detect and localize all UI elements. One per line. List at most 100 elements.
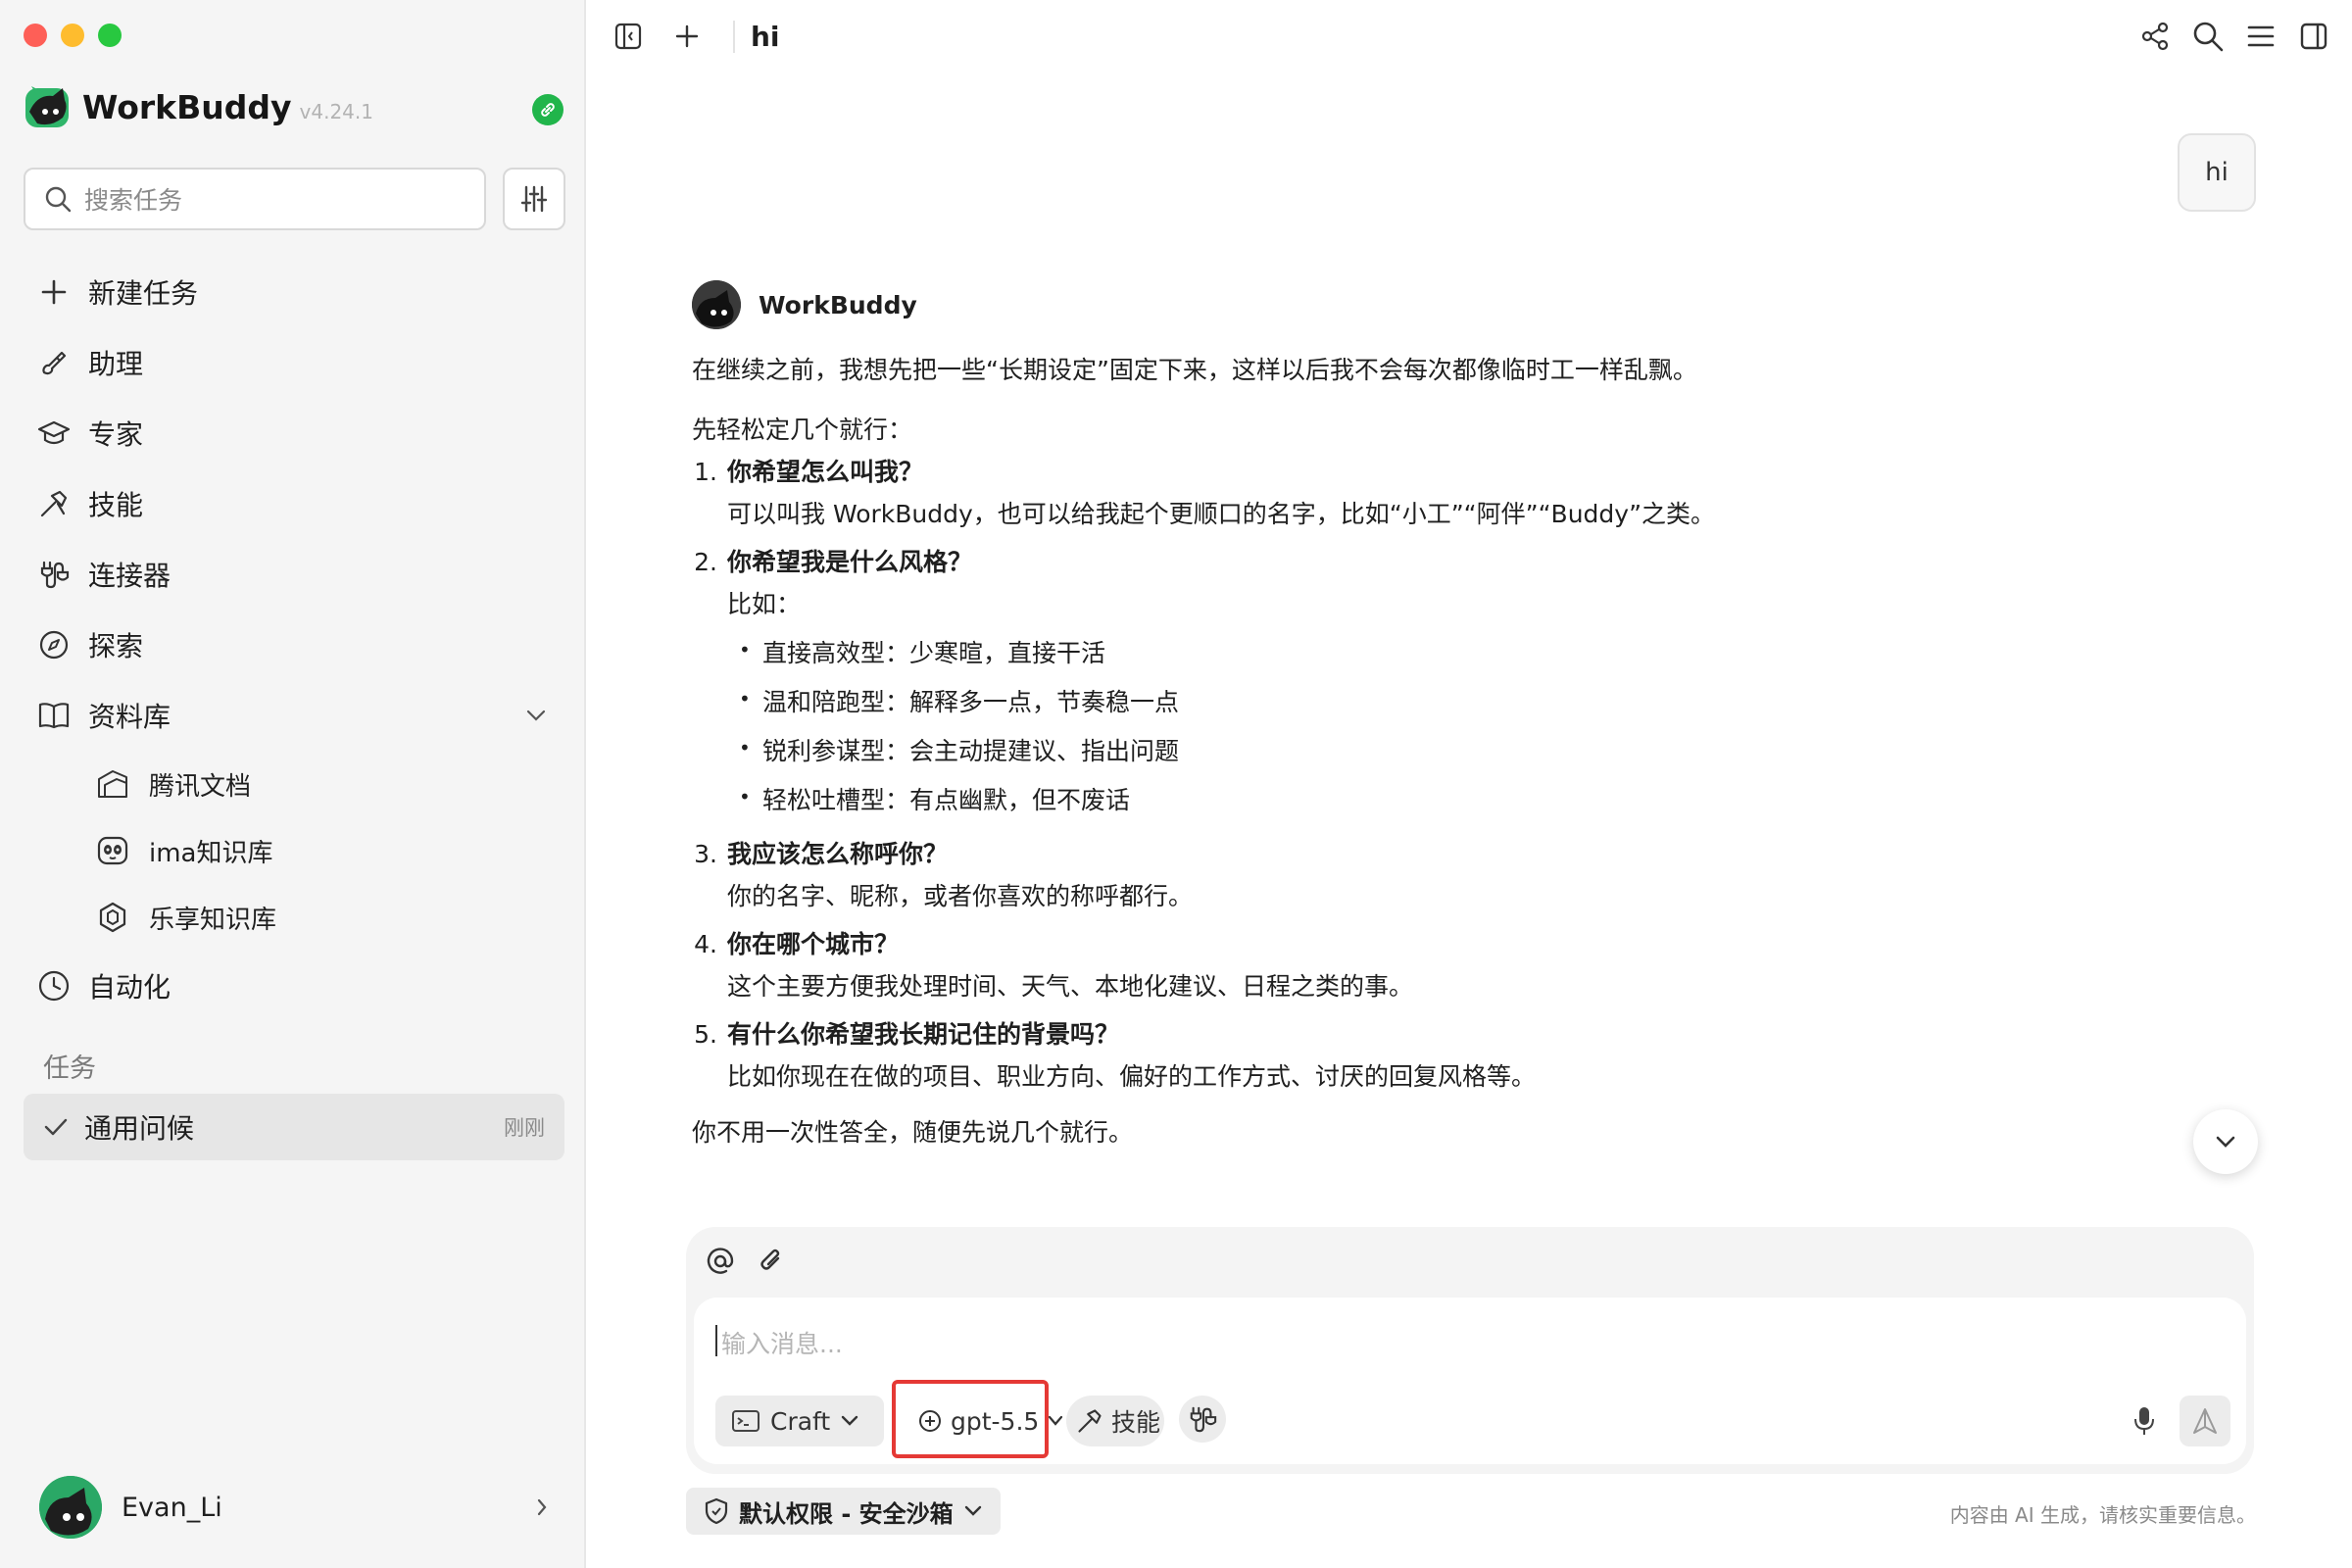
brush-icon — [42, 351, 67, 375]
app-version: v4.24.1 — [299, 100, 373, 123]
user-name: Evan_Li — [122, 1492, 222, 1523]
list-item: 1. 你希望怎么叫我？ 可以叫我 WorkBuddy，也可以给我起个更顺口的名字… — [692, 455, 1819, 531]
search-button[interactable] — [2189, 18, 2227, 55]
list-number: 4. — [694, 930, 717, 958]
share-button[interactable] — [2136, 18, 2174, 55]
list-item-title: 你在哪个城市？ — [727, 930, 900, 958]
mode-selector[interactable]: Craft — [715, 1396, 884, 1446]
sidebar-item-label: 探索 — [88, 630, 144, 662]
clock-icon — [38, 970, 70, 1002]
microphone-icon — [2134, 1407, 2154, 1435]
link-status-icon[interactable] — [532, 94, 564, 125]
sidebar-item-ima[interactable]: ima知识库 — [24, 817, 564, 884]
sidebar-item-label: 技能 — [88, 489, 144, 521]
list-item-title: 我应该怎么称呼你？ — [727, 840, 949, 868]
sidebar-nav: 新建任务 助理 专家 技能 连接器 探索 资料库 腾讯文档 ima知识库 乐享知… — [24, 257, 564, 1021]
bot-name: WorkBuddy — [759, 290, 917, 319]
library-item-label: 腾讯文档 — [149, 771, 252, 802]
main-panel: hi hi WorkBuddy 在继续之前，我想先把一些“长期设定”固定下来，这… — [586, 0, 2352, 1568]
skills-button[interactable]: 技能 — [1066, 1396, 1164, 1446]
filter-button[interactable] — [503, 168, 565, 230]
list-item-title: 你希望我是什么风格？ — [727, 548, 973, 576]
bullet-text: 直接高效型：少寒暄，直接干活 — [762, 639, 1106, 667]
sidebar-item-label: 连接器 — [88, 560, 172, 592]
message-intro: 在继续之前，我想先把一些“长期设定”固定下来，这样以后我不会每次都像临时工一样乱… — [692, 356, 1697, 384]
search-icon — [2193, 22, 2224, 52]
bullet-text: 轻松吐槽型：有点幽默，但不废话 — [762, 786, 1131, 814]
send-button[interactable] — [2180, 1396, 2230, 1446]
plus-circle-icon — [919, 1410, 941, 1432]
attach-button[interactable] — [757, 1247, 786, 1280]
sidebar-item-expert[interactable]: 专家 — [24, 398, 564, 468]
list-item: 4. 你在哪个城市？ 这个主要方便我处理时间、天气、本地化建议、日程之类的事。 — [692, 927, 1819, 1004]
list-item-title: 你希望怎么叫我？ — [727, 458, 924, 486]
mention-button[interactable] — [706, 1247, 735, 1280]
chevron-down-icon — [2216, 1136, 2235, 1148]
workbuddy-logo-icon — [25, 86, 69, 127]
sidebar-item-label: 自动化 — [88, 971, 172, 1004]
user-profile[interactable]: Evan_Li — [39, 1475, 549, 1540]
window-controls — [24, 24, 122, 47]
model-label: gpt-5.5 — [951, 1406, 1040, 1436]
panda-icon — [97, 836, 128, 865]
graduation-cap-icon — [37, 420, 71, 445]
close-window-button[interactable] — [24, 24, 47, 47]
voice-input-button[interactable] — [2125, 1399, 2164, 1443]
sidebar-item-lexiang[interactable]: 乐享知识库 — [24, 884, 564, 951]
bullet-text: 温和陪跑型：解释多一点，节奏稳一点 — [762, 688, 1180, 716]
sidebar-item-skills[interactable]: 技能 — [24, 468, 564, 539]
bullet-text: 锐利参谋型：会主动提建议、指出问题 — [762, 737, 1180, 765]
permission-selector[interactable]: 默认权限 - 安全沙箱 — [686, 1488, 1001, 1535]
sidebar-item-assistant[interactable]: 助理 — [24, 327, 564, 398]
right-panel-icon — [2300, 23, 2328, 50]
sidebar-item-label: 专家 — [88, 418, 144, 451]
search-placeholder: 搜索任务 — [84, 186, 183, 215]
brand: WorkBuddy v4.24.1 — [24, 82, 373, 131]
task-time: 刚刚 — [504, 1116, 545, 1140]
shield-icon — [705, 1497, 728, 1525]
hexagon-icon — [99, 902, 126, 933]
menu-button[interactable] — [2242, 18, 2279, 55]
ai-disclaimer: 内容由 AI 生成，请核实重要信息。 — [1949, 1503, 2256, 1527]
new-chat-button[interactable] — [668, 18, 706, 55]
list-item: 5. 有什么你希望我长期记住的背景吗？ 比如你现在在做的项目、职业方向、偏好的工… — [692, 1017, 1819, 1094]
conversation-title: hi — [733, 20, 780, 53]
chevron-down-icon — [842, 1415, 858, 1426]
sidebar-item-tencent-docs[interactable]: 腾讯文档 — [24, 751, 564, 817]
tasks-section-title: 任务 — [43, 1054, 96, 1084]
sidebar-collapse-icon — [614, 23, 642, 50]
list-item-desc: 这个主要方便我处理时间、天气、本地化建议、日程之类的事。 — [727, 972, 1414, 1001]
message-input[interactable]: 输入消息... Craft gpt-5.5 技能 — [694, 1298, 2246, 1464]
chevron-down-icon[interactable] — [525, 709, 547, 722]
bot-message: 在继续之前，我想先把一些“长期设定”固定下来，这样以后我不会每次都像临时工一样乱… — [692, 353, 1819, 1150]
scroll-to-bottom-button[interactable] — [2193, 1109, 2258, 1174]
sidebar-item-connectors[interactable]: 连接器 — [24, 539, 564, 610]
sidebar-item-new-task[interactable]: 新建任务 — [24, 257, 564, 327]
sidebar-item-label: 新建任务 — [88, 277, 199, 310]
sidebar-item-label: 资料库 — [88, 701, 172, 733]
minimize-window-button[interactable] — [61, 24, 84, 47]
sidebar-item-automation[interactable]: 自动化 — [24, 951, 564, 1021]
input-placeholder: 输入消息... — [721, 1330, 843, 1358]
skills-label: 技能 — [1111, 1408, 1161, 1437]
sidebar-item-explore[interactable]: 探索 — [24, 610, 564, 680]
bullet-item: • 锐利参谋型：会主动提建议、指出问题 — [727, 734, 1819, 768]
search-input[interactable]: 搜索任务 — [24, 168, 486, 230]
task-item[interactable]: 通用问候 刚刚 — [24, 1094, 564, 1160]
connectors-button[interactable] — [1179, 1396, 1226, 1443]
hammer-icon — [40, 490, 68, 517]
plus-icon — [41, 279, 67, 305]
avatar — [39, 1476, 102, 1539]
list-number: 2. — [694, 548, 717, 576]
toggle-panel-button[interactable] — [2295, 18, 2332, 55]
list-number: 5. — [694, 1020, 717, 1049]
zoom-window-button[interactable] — [98, 24, 122, 47]
sidebar-item-library[interactable]: 资料库 — [24, 680, 564, 751]
sidebar: WorkBuddy v4.24.1 搜索任务 新建任务 助理 专家 技能 连接器… — [0, 0, 586, 1568]
bullet-item: • 直接高效型：少寒暄，直接干活 — [727, 636, 1819, 670]
toggle-sidebar-button[interactable] — [610, 18, 647, 55]
message-closing: 你不用一次性答全，随便先说几个就行。 — [692, 1118, 1134, 1147]
model-selector[interactable]: gpt-5.5 — [907, 1396, 1066, 1446]
paperclip-icon — [760, 1249, 780, 1270]
plug-icon — [1190, 1406, 1217, 1433]
